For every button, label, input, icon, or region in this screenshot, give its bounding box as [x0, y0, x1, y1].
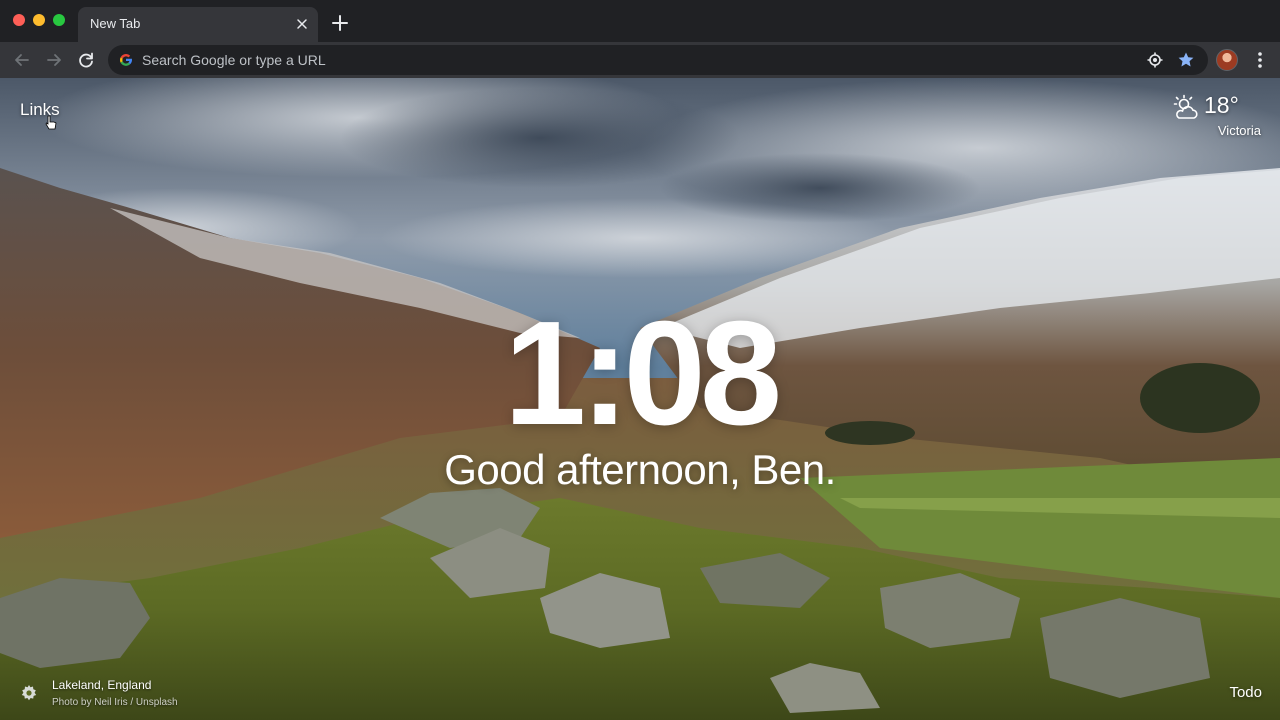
- hand-cursor-icon: [45, 115, 57, 130]
- gear-icon[interactable]: [20, 684, 38, 702]
- title-bar: New Tab: [0, 0, 1280, 42]
- clock: 1:08: [503, 291, 782, 456]
- search-input[interactable]: [142, 45, 1102, 75]
- star-icon[interactable]: [1177, 51, 1195, 69]
- tab-new-tab[interactable]: New Tab: [78, 7, 318, 42]
- back-icon[interactable]: [12, 50, 32, 70]
- toolbar: [0, 42, 1280, 78]
- avatar[interactable]: [1216, 49, 1238, 71]
- close-icon[interactable]: [294, 16, 310, 32]
- partly-cloudy-icon: [1173, 94, 1198, 119]
- plus-icon[interactable]: [330, 13, 350, 33]
- minimize-window-button[interactable]: [33, 14, 45, 26]
- photo-credit[interactable]: Photo by Neil Iris / Unsplash: [52, 697, 178, 708]
- weather-temperature: 18°: [1204, 92, 1239, 118]
- zoom-window-button[interactable]: [53, 14, 65, 26]
- google-icon: [120, 53, 132, 66]
- kebab-menu-icon[interactable]: [1250, 49, 1270, 71]
- reload-icon[interactable]: [76, 50, 96, 70]
- weather-location: Victoria: [1217, 123, 1261, 138]
- photo-location[interactable]: Lakeland, England: [52, 678, 151, 692]
- weather-widget[interactable]: 18° Victoria: [1172, 92, 1262, 140]
- new-tab-page: Links 18° Victoria 1:08 Good afternoon, …: [0, 78, 1280, 720]
- location-icon[interactable]: [1146, 51, 1164, 69]
- todo-button[interactable]: Todo: [1229, 684, 1262, 701]
- tab-title: New Tab: [90, 16, 141, 31]
- omnibox[interactable]: [108, 45, 1208, 75]
- greeting: Good afternoon, Ben.: [444, 446, 836, 493]
- close-window-button[interactable]: [13, 14, 25, 26]
- forward-icon[interactable]: [44, 50, 64, 70]
